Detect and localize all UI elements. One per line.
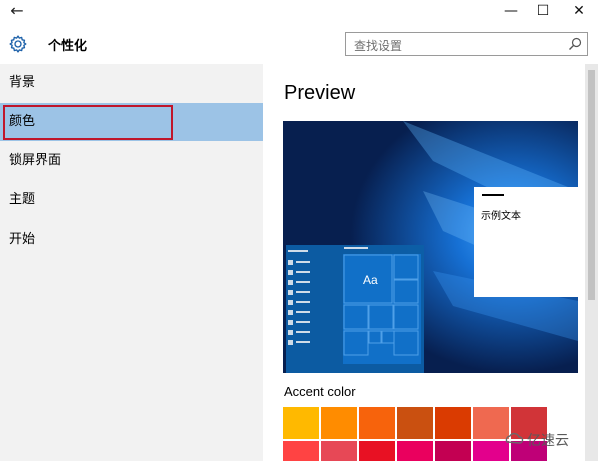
preview-image: 示例文本 Aa <box>283 121 578 373</box>
tile-grid <box>343 254 419 356</box>
cloud-logo-icon <box>505 432 524 444</box>
title-bar: ← — ☐ ✕ <box>0 0 598 24</box>
dialog-sample-text: 示例文本 <box>481 211 521 222</box>
sidebar-item-start[interactable]: 开始 <box>0 221 263 259</box>
header: 个性化 查找设置 <box>0 24 598 64</box>
scrollbar[interactable] <box>585 64 598 461</box>
highlight-annotation <box>3 105 173 140</box>
search-icon[interactable] <box>568 37 582 51</box>
start-tiles <box>343 254 421 364</box>
close-button[interactable]: ✕ <box>562 0 596 24</box>
accent-swatch[interactable] <box>359 407 395 439</box>
accent-swatch[interactable] <box>283 407 319 439</box>
sidebar-item-background[interactable]: 背景 <box>0 64 263 102</box>
accent-color-label: Accent color <box>284 384 356 399</box>
watermark: 亿速云 <box>504 427 594 453</box>
accent-swatch[interactable] <box>397 407 433 439</box>
accent-swatch[interactable] <box>321 407 357 439</box>
accent-swatch[interactable] <box>359 441 395 461</box>
back-arrow-icon[interactable]: ← <box>6 1 28 23</box>
accent-swatch[interactable] <box>283 441 319 461</box>
gear-icon <box>9 35 27 53</box>
accent-swatch[interactable] <box>435 441 471 461</box>
watermark-text: 亿速云 <box>527 433 569 449</box>
sample-dialog: 示例文本 <box>474 187 578 297</box>
maximize-button[interactable]: ☐ <box>526 0 560 24</box>
accent-swatch[interactable] <box>435 407 471 439</box>
search-placeholder: 查找设置 <box>354 39 403 53</box>
minimize-button[interactable]: — <box>494 0 528 24</box>
sidebar-item-themes[interactable]: 主题 <box>0 181 263 219</box>
main-content: Preview 示例文本 Aa Accent color <box>263 64 585 461</box>
search-input[interactable]: 查找设置 <box>345 32 588 56</box>
scrollbar-thumb[interactable] <box>588 70 595 300</box>
page-title: 个性化 <box>48 39 88 54</box>
preview-heading: Preview <box>284 82 356 104</box>
accent-swatch[interactable] <box>321 441 357 461</box>
tile-label: Aa <box>363 273 378 287</box>
dialog-title-line <box>482 194 504 196</box>
accent-swatch[interactable] <box>397 441 433 461</box>
sidebar-item-lock-screen[interactable]: 锁屏界面 <box>0 142 263 180</box>
